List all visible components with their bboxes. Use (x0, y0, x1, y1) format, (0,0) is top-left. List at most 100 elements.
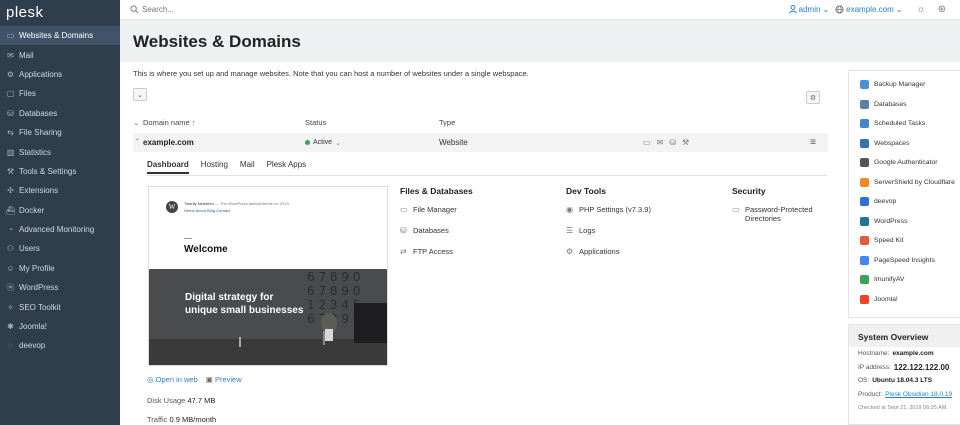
chevron-down-icon: ⌄ (137, 91, 143, 99)
quick-link-databases[interactable]: Databases (849, 95, 960, 115)
chevron-up-icon[interactable]: ˆ (133, 138, 143, 147)
product-link[interactable]: Plesk Obsidian 18.0.19 (885, 391, 952, 398)
folder-icon[interactable]: ▭ (643, 138, 651, 147)
preview-link[interactable]: ▣ Preview (206, 375, 242, 384)
hamburger-menu-icon[interactable]: ≡ (810, 137, 816, 148)
column-domain-name[interactable]: Domain name ↑ (143, 118, 305, 127)
scheduled-tasks-icon (860, 119, 869, 129)
sidebar-item-label: Advanced Monitoring (19, 225, 95, 235)
quick-link-google-authenticator[interactable]: Google Authenticator (849, 153, 960, 173)
sidebar-item-label: File Sharing (19, 128, 62, 138)
plesk-logo[interactable]: plesk (0, 0, 120, 26)
chevron-down-icon: ⌄ (133, 117, 140, 127)
sidebar-item-joomla[interactable]: ✱ Joomla! (0, 317, 120, 336)
sidebar-item-applications[interactable]: ⚙ Applications (0, 65, 120, 84)
sidebar-item-websites-domains[interactable]: ▭ Websites & Domains (0, 26, 120, 46)
sidebar-item-seo-toolkit[interactable]: ✧ SEO Toolkit (0, 297, 120, 316)
quick-link-webspaces[interactable]: Webspaces (849, 134, 960, 154)
logs-link[interactable]: ☰ Logs (566, 226, 595, 235)
sidebar-item-advanced-monitoring[interactable]: ◔ Advanced Monitoring (0, 220, 120, 239)
quick-link-label: PageSpeed Insights (874, 256, 935, 264)
sort-asc-icon: ↑ (191, 117, 196, 127)
wordpress-icon: ⓦ (6, 283, 15, 293)
tools-icon[interactable]: ⚒ (682, 138, 689, 147)
quick-link-label: Joomla! (874, 295, 898, 303)
sidebar-item-databases[interactable]: ⛁ Databases (0, 104, 120, 123)
status-dot-icon (305, 140, 310, 145)
quick-link-imunifyav[interactable]: ImunifyAV (849, 270, 960, 290)
open-in-web-link[interactable]: ◎ Open in web (147, 375, 198, 384)
password-protected-directories-link[interactable]: ▭ Password-Protected Directories (732, 205, 813, 223)
sidebar-item-wordpress[interactable]: ⓦ WordPress (0, 278, 120, 297)
tab-mail[interactable]: Mail (240, 160, 255, 174)
help-icon[interactable]: ⊛ (938, 4, 946, 15)
sidebar-nav: ▭ Websites & Domains ✉ Mail ⚙ Applications ▢ Fi… (0, 26, 120, 356)
profile-icon: ☺ (6, 263, 15, 273)
collapse-all-button[interactable]: ⌄ (133, 88, 147, 101)
sidebar-item-statistics[interactable]: ▥ Statistics (0, 142, 120, 161)
search-box[interactable] (130, 5, 342, 14)
chevron-down-icon: ⌄ (335, 139, 341, 147)
quick-link-scheduled-tasks[interactable]: Scheduled Tasks (849, 114, 960, 134)
file-manager-link[interactable]: ▭ File Manager (400, 205, 457, 214)
sidebar-item-mail[interactable]: ✉ Mail (0, 45, 120, 64)
pagespeed-insights-icon (860, 255, 869, 265)
sidebar-item-files[interactable]: ▢ Files (0, 84, 120, 103)
quick-link-backup-manager[interactable]: Backup Manager (849, 75, 960, 95)
svg-text:6 7 8 9 0: 6 7 8 9 0 (307, 284, 360, 298)
sidebar-item-my-profile[interactable]: ☺ My Profile (0, 259, 120, 278)
domain-menu[interactable]: example.com ⌄ (835, 5, 902, 14)
user-menu[interactable]: admin ⌄ (788, 5, 829, 14)
quick-link-pagespeed-insights[interactable]: PageSpeed Insights (849, 251, 960, 271)
sidebar-item-docker[interactable]: ⛴ Docker (0, 201, 120, 220)
quick-link-label: WordPress (874, 217, 908, 225)
quick-link-deevop[interactable]: deevop (849, 192, 960, 212)
sidebar-item-tools-settings[interactable]: ⚒ Tools & Settings (0, 162, 120, 181)
databases-icon (860, 99, 869, 109)
sidebar-item-file-sharing[interactable]: ⇆ File Sharing (0, 123, 120, 142)
view-settings-button[interactable]: ⚙ (806, 91, 820, 104)
tab-plesk-apps[interactable]: Plesk Apps (267, 160, 307, 174)
column-type[interactable]: Type (439, 118, 455, 127)
globe-icon: ◎ (147, 375, 154, 384)
column-status[interactable]: Status (305, 118, 439, 127)
folder-icon: ▢ (6, 89, 15, 99)
speed-kit-icon (860, 236, 869, 246)
mail-icon[interactable]: ✉ (657, 138, 664, 147)
stats-icon: ▥ (6, 147, 15, 157)
sidebar-item-label: Docker (19, 205, 45, 215)
preview-icon: ▣ (205, 375, 213, 384)
database-icon[interactable]: ⛁ (669, 138, 676, 147)
quick-link-servershield-by-cloudflare[interactable]: ServerShield by Cloudflare (849, 173, 960, 193)
quick-link-speed-kit[interactable]: Speed Kit (849, 231, 960, 251)
tab-dashboard[interactable]: Dashboard (147, 160, 189, 174)
wordpress-icon (860, 216, 869, 226)
php-settings-link[interactable]: ◉ PHP Settings (v7.3.9) (566, 205, 651, 214)
svg-text:6 7 8 9 0: 6 7 8 9 0 (307, 270, 360, 284)
page-intro: This is where you set up and manage webs… (133, 69, 529, 78)
website-preview[interactable]: W Twenty Nineteen — The WordPress defaul… (148, 186, 388, 366)
quick-link-wordpress[interactable]: WordPress (849, 212, 960, 232)
main-content: This is where you set up and manage webs… (120, 62, 840, 425)
search-input[interactable] (142, 5, 342, 14)
lightbulb-icon[interactable]: ☼ (916, 4, 925, 15)
sidebar-item-label: Statistics (19, 147, 52, 157)
sidebar-item-extensions[interactable]: ✣ Extensions (0, 181, 120, 200)
share-icon: ⇆ (7, 128, 14, 138)
ftp-access-link[interactable]: ⇄ FTP Access (400, 247, 453, 256)
quick-link-joomla[interactable]: Joomla! (849, 290, 960, 310)
sidebar-item-label: Users (19, 244, 40, 254)
row-status[interactable]: Active ⌄ (305, 139, 439, 147)
sidebar-item-label: Mail (19, 50, 34, 60)
domains-table-header: ⌄ Domain name ↑ Status Type (133, 115, 828, 129)
databases-link[interactable]: ⛁ Databases (400, 226, 449, 235)
sidebar-item-users[interactable]: ⚇ Users (0, 239, 120, 258)
tab-hosting[interactable]: Hosting (201, 160, 228, 174)
wordpress-logo-icon: W (166, 201, 178, 213)
quick-link-label: Webspaces (874, 139, 910, 147)
applications-link[interactable]: ⚙ Applications (566, 247, 619, 256)
domain-row[interactable]: ˆ example.com Active ⌄ Website ▭ ✉ ⛁ ⚒ ≡ (133, 133, 828, 152)
row-domain-name[interactable]: example.com (143, 138, 305, 147)
sidebar-item-deevop[interactable]: ◌ deevop (0, 336, 120, 355)
preview-site-title: Twenty Nineteen — The WordPress default … (184, 201, 289, 206)
